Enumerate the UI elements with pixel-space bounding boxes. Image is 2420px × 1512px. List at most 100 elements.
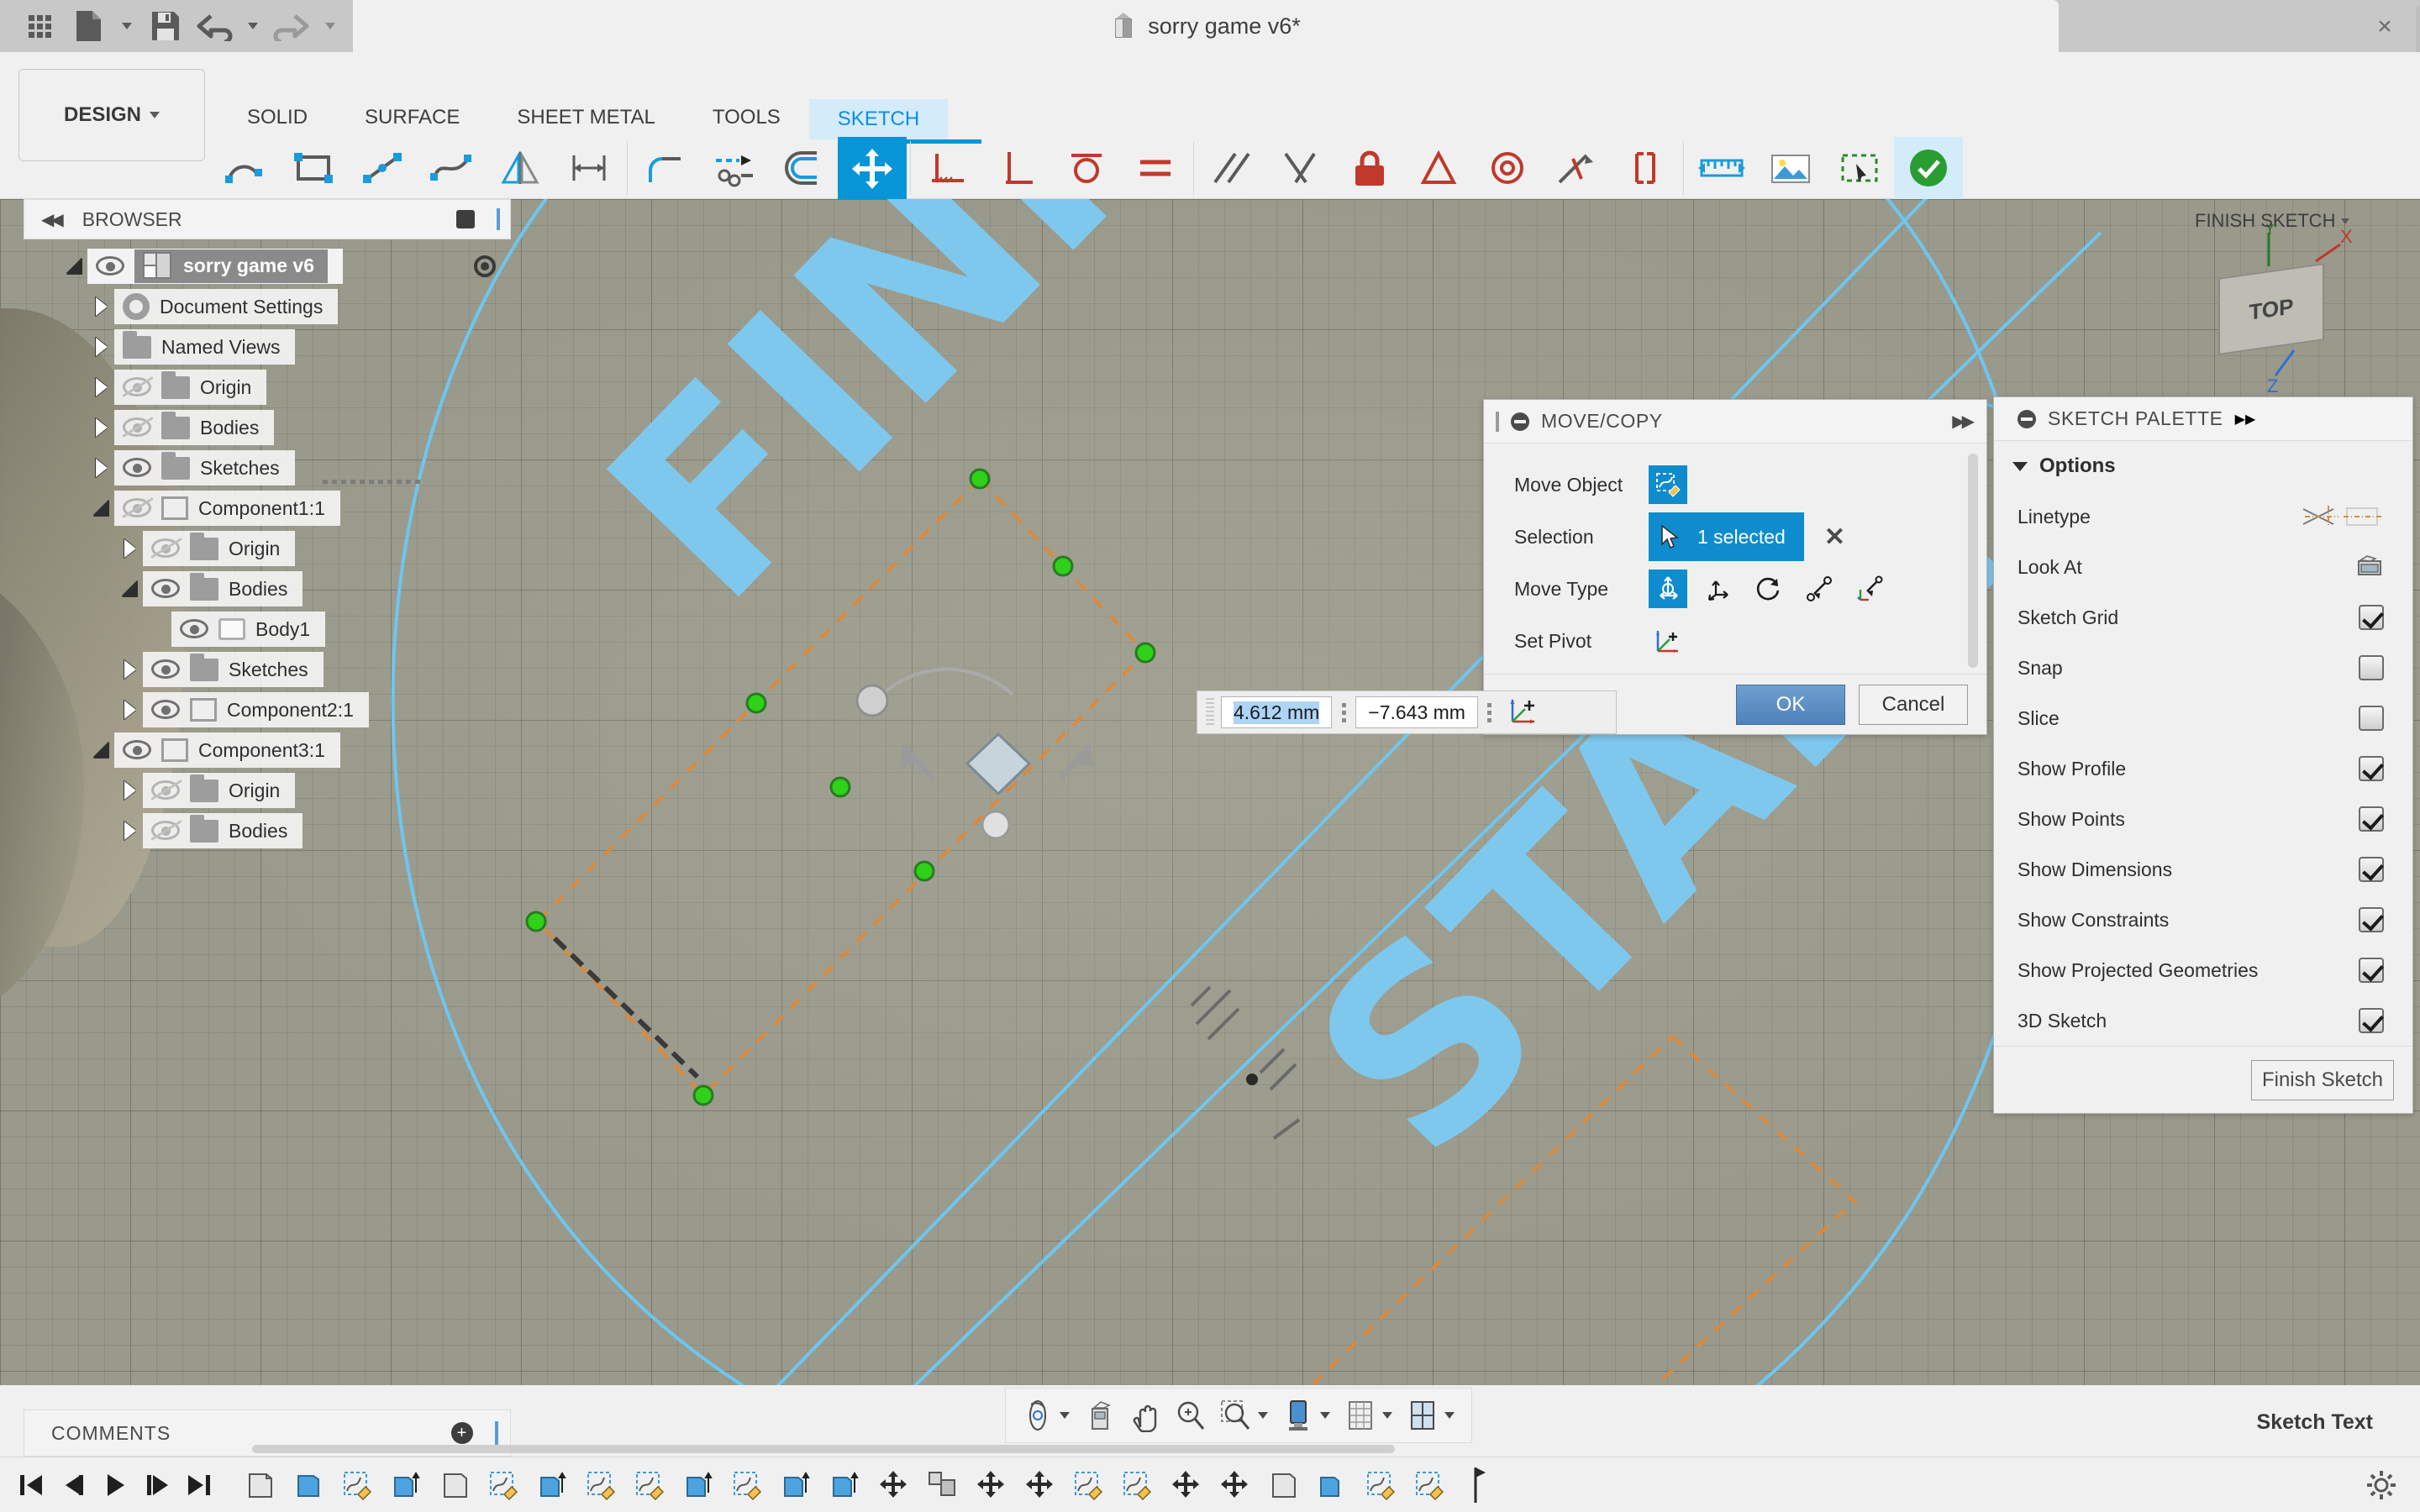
constraint-concentric-icon[interactable] bbox=[1473, 137, 1542, 199]
zoom-window-dropdown-icon[interactable] bbox=[1258, 1412, 1268, 1419]
workspace-switcher-button[interactable]: DESIGN bbox=[18, 69, 205, 161]
finish-sketch-check-icon[interactable] bbox=[1894, 136, 1963, 199]
slice-checkbox[interactable] bbox=[2359, 706, 2384, 731]
set-pivot-button[interactable] bbox=[1649, 622, 1687, 660]
view-cube-top-face[interactable]: TOP bbox=[2218, 263, 2324, 355]
tree-row-component3[interactable]: Component3:1 bbox=[24, 730, 511, 770]
timeline-feature-sketch[interactable] bbox=[481, 1465, 526, 1505]
undo-icon[interactable] bbox=[190, 3, 239, 50]
zoom-icon[interactable] bbox=[1171, 1394, 1211, 1437]
twisty-closed-icon[interactable] bbox=[118, 536, 143, 561]
show-projected-geometries-checkbox[interactable] bbox=[2359, 958, 2384, 983]
show-points-checkbox[interactable] bbox=[2359, 806, 2384, 832]
visibility-eye-off-icon[interactable] bbox=[123, 376, 151, 398]
view-cube[interactable]: Y X Z TOP bbox=[2168, 218, 2361, 417]
play-icon[interactable] bbox=[96, 1466, 134, 1504]
browser-resize-handle[interactable] bbox=[497, 208, 500, 230]
minimize-icon[interactable] bbox=[2018, 409, 2036, 428]
dimension-drag-grip[interactable] bbox=[1206, 698, 1214, 727]
display-settings-dropdown-icon[interactable] bbox=[1320, 1412, 1330, 1419]
twisty-closed-icon[interactable] bbox=[89, 375, 114, 400]
point-to-point-icon[interactable] bbox=[1800, 570, 1839, 608]
tree-row-component1-origin[interactable]: Origin bbox=[24, 528, 511, 569]
visibility-eye-icon[interactable] bbox=[123, 457, 151, 479]
zoom-window-icon[interactable] bbox=[1216, 1394, 1256, 1437]
visibility-eye-icon[interactable] bbox=[123, 739, 151, 761]
timeline-feature-extrude[interactable] bbox=[383, 1465, 429, 1505]
undo-dropdown-icon[interactable] bbox=[239, 3, 267, 50]
browser-collapse-icon[interactable] bbox=[456, 210, 475, 228]
x-distance-input[interactable]: 4.612 mm bbox=[1221, 696, 1333, 728]
tree-row-component1-sketches[interactable]: Sketches bbox=[24, 649, 511, 690]
tree-row-component2[interactable]: Component2:1 bbox=[24, 690, 511, 730]
sketch-trim-icon[interactable] bbox=[700, 137, 769, 199]
visibility-eye-icon[interactable] bbox=[180, 618, 208, 640]
construction-line-icon[interactable] bbox=[2300, 502, 2342, 531]
pan-icon[interactable] bbox=[1125, 1394, 1165, 1437]
twisty-open-icon[interactable] bbox=[118, 576, 143, 601]
minimize-icon[interactable] bbox=[1511, 412, 1529, 431]
sketch-grid-checkbox[interactable] bbox=[2359, 605, 2384, 630]
timeline-feature-extrude[interactable] bbox=[1309, 1465, 1355, 1505]
timeline-feature-sketch[interactable] bbox=[1407, 1465, 1452, 1505]
tree-row-sorry-game-v6[interactable]: sorry game v6 bbox=[24, 246, 511, 286]
twisty-open-icon[interactable] bbox=[62, 254, 87, 279]
visibility-eye-off-icon[interactable] bbox=[151, 780, 180, 801]
twisty-closed-icon[interactable] bbox=[89, 334, 114, 360]
save-icon[interactable] bbox=[141, 3, 190, 50]
go-to-end-icon[interactable] bbox=[180, 1466, 218, 1504]
selection-chip[interactable]: 1 selected bbox=[1649, 512, 1804, 561]
timeline-feature-body[interactable] bbox=[432, 1465, 477, 1505]
timeline-feature-move[interactable] bbox=[968, 1465, 1013, 1505]
redo-dropdown-icon[interactable] bbox=[316, 3, 345, 50]
tab-tools[interactable]: TOOLS bbox=[684, 99, 809, 136]
dialog-scrollbar[interactable] bbox=[1968, 454, 1978, 668]
apps-grid-icon[interactable] bbox=[15, 3, 64, 50]
sketch-arc-icon[interactable] bbox=[210, 137, 279, 199]
constraint-equal-icon[interactable] bbox=[1121, 137, 1190, 199]
free-move-icon[interactable] bbox=[1649, 570, 1687, 608]
sketch-spline-icon[interactable] bbox=[417, 137, 486, 199]
tree-row-sketches[interactable]: Sketches bbox=[24, 448, 511, 488]
timeline-feature-move[interactable] bbox=[871, 1465, 916, 1505]
timeline-feature-extrude[interactable] bbox=[773, 1465, 818, 1505]
constraint-coincident-icon[interactable] bbox=[914, 137, 983, 199]
timeline-feature-component[interactable] bbox=[919, 1465, 965, 1505]
add-comment-icon[interactable]: + bbox=[451, 1422, 473, 1444]
constraint-parallel-icon[interactable] bbox=[1197, 137, 1266, 199]
finish-sketch-button[interactable]: Finish Sketch bbox=[2251, 1059, 2394, 1100]
grid-snaps-icon[interactable] bbox=[1340, 1394, 1381, 1437]
translate-xyz-icon[interactable] bbox=[1699, 570, 1738, 608]
visibility-eye-icon[interactable] bbox=[151, 578, 180, 600]
sketch-line-icon[interactable] bbox=[348, 137, 417, 199]
tree-row-document-settings[interactable]: Document Settings bbox=[24, 286, 511, 327]
constraint-curvature-icon[interactable] bbox=[1611, 137, 1680, 199]
visibility-eye-icon[interactable] bbox=[151, 699, 180, 721]
timeline-feature-extrude[interactable] bbox=[822, 1465, 867, 1505]
constraint-tangent-icon[interactable] bbox=[1052, 137, 1121, 199]
centerline-icon[interactable] bbox=[2342, 502, 2384, 531]
tree-row-component1[interactable]: Component1:1 bbox=[24, 488, 511, 528]
show-dimensions-checkbox[interactable] bbox=[2359, 857, 2384, 882]
visibility-eye-off-icon[interactable] bbox=[151, 820, 180, 842]
tree-row-component3-origin[interactable]: Origin bbox=[24, 770, 511, 811]
constraint-perpendicular-icon[interactable] bbox=[983, 137, 1052, 199]
new-tab-icon[interactable]: + bbox=[2416, 5, 2420, 52]
expand-arrows-icon[interactable]: ▶▶ bbox=[2235, 411, 2256, 428]
sketch-move-copy-icon[interactable] bbox=[838, 136, 907, 199]
twisty-closed-icon[interactable] bbox=[89, 415, 114, 440]
cancel-button[interactable]: Cancel bbox=[1859, 684, 1968, 725]
grid-snaps-dropdown-icon[interactable] bbox=[1382, 1412, 1392, 1419]
viewports-icon[interactable] bbox=[1402, 1394, 1443, 1437]
show-profile-checkbox[interactable] bbox=[2359, 756, 2384, 781]
rotate-icon[interactable] bbox=[1749, 570, 1788, 608]
timeline-feature-body[interactable] bbox=[237, 1465, 282, 1505]
tree-row-body1[interactable]: Body1 bbox=[24, 609, 511, 649]
document-tab[interactable]: sorry game v6* bbox=[353, 0, 2059, 52]
sketch-palette-header[interactable]: SKETCH PALETTE ▶▶ bbox=[1994, 397, 2412, 441]
sketch-rectangle-icon[interactable] bbox=[279, 137, 348, 199]
twisty-closed-icon[interactable] bbox=[89, 455, 114, 480]
visibility-eye-icon[interactable] bbox=[96, 255, 124, 277]
sketch-offset-icon[interactable] bbox=[769, 137, 838, 199]
tree-row-component1-bodies[interactable]: Bodies bbox=[24, 569, 511, 609]
